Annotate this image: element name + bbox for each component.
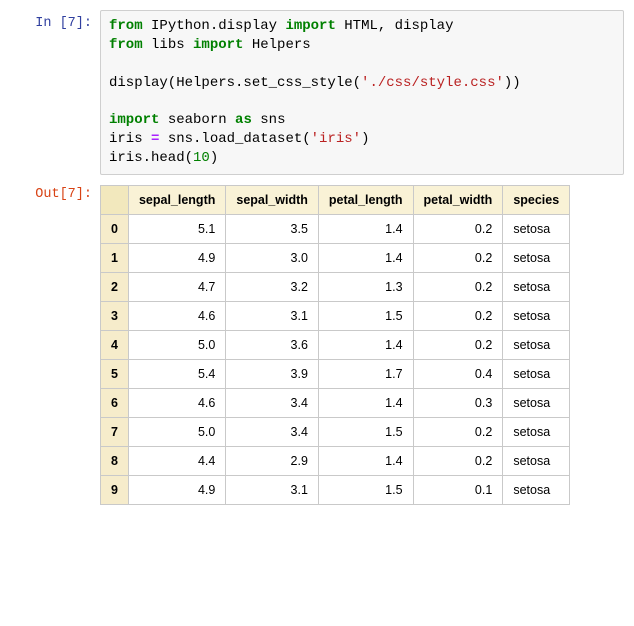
input-cell: In [7]: from IPython.display import HTML… (10, 10, 624, 175)
cell-sepal_width: 3.9 (226, 360, 319, 389)
row-index: 8 (101, 447, 129, 476)
cell-petal_width: 0.4 (413, 360, 503, 389)
cell-sepal_length: 5.0 (128, 418, 225, 447)
row-index: 2 (101, 273, 129, 302)
cell-sepal_width: 3.4 (226, 389, 319, 418)
table-body: 05.13.51.40.2setosa14.93.01.40.2setosa24… (101, 215, 570, 505)
cell-petal_width: 0.2 (413, 273, 503, 302)
dataframe-table: sepal_length sepal_width petal_length pe… (100, 185, 570, 505)
keyword-import: import (285, 18, 335, 34)
string-literal: 'iris' (311, 131, 361, 147)
row-index: 7 (101, 418, 129, 447)
cell-sepal_length: 4.6 (128, 389, 225, 418)
cell-petal_length: 1.4 (318, 447, 413, 476)
header-row: sepal_length sepal_width petal_length pe… (101, 186, 570, 215)
cell-species: setosa (503, 273, 570, 302)
cell-petal_length: 1.5 (318, 302, 413, 331)
cell-species: setosa (503, 331, 570, 360)
cell-petal_length: 1.4 (318, 244, 413, 273)
cell-species: setosa (503, 244, 570, 273)
cell-sepal_length: 5.0 (128, 331, 225, 360)
keyword-import: import (109, 112, 159, 128)
index-header (101, 186, 129, 215)
cell-species: setosa (503, 447, 570, 476)
col-header: sepal_width (226, 186, 319, 215)
cell-sepal_length: 4.7 (128, 273, 225, 302)
cell-species: setosa (503, 476, 570, 505)
keyword-from: from (109, 18, 143, 34)
code-input[interactable]: from IPython.display import HTML, displa… (100, 10, 624, 175)
keyword-as: as (235, 112, 252, 128)
table-row: 55.43.91.70.4setosa (101, 360, 570, 389)
cell-petal_width: 0.1 (413, 476, 503, 505)
cell-sepal_width: 3.4 (226, 418, 319, 447)
cell-sepal_width: 2.9 (226, 447, 319, 476)
col-header: species (503, 186, 570, 215)
cell-sepal_length: 5.1 (128, 215, 225, 244)
cell-sepal_length: 4.9 (128, 476, 225, 505)
row-index: 3 (101, 302, 129, 331)
cell-petal_length: 1.4 (318, 331, 413, 360)
cell-petal_width: 0.2 (413, 244, 503, 273)
cell-petal_width: 0.3 (413, 389, 503, 418)
input-prompt: In [7]: (10, 10, 100, 31)
row-index: 0 (101, 215, 129, 244)
table-row: 34.63.11.50.2setosa (101, 302, 570, 331)
cell-sepal_width: 3.5 (226, 215, 319, 244)
row-index: 1 (101, 244, 129, 273)
cell-sepal_width: 3.0 (226, 244, 319, 273)
number-literal: 10 (193, 150, 210, 166)
col-header: sepal_length (128, 186, 225, 215)
cell-sepal_width: 3.1 (226, 476, 319, 505)
string-literal: './css/style.css' (361, 75, 504, 91)
cell-sepal_width: 3.2 (226, 273, 319, 302)
cell-sepal_width: 3.6 (226, 331, 319, 360)
table-row: 94.93.11.50.1setosa (101, 476, 570, 505)
cell-petal_length: 1.3 (318, 273, 413, 302)
keyword-import: import (193, 37, 243, 53)
cell-species: setosa (503, 389, 570, 418)
cell-petal_width: 0.2 (413, 418, 503, 447)
cell-sepal_length: 4.9 (128, 244, 225, 273)
table-row: 45.03.61.40.2setosa (101, 331, 570, 360)
cell-petal_width: 0.2 (413, 215, 503, 244)
table-row: 14.93.01.40.2setosa (101, 244, 570, 273)
row-index: 5 (101, 360, 129, 389)
cell-species: setosa (503, 215, 570, 244)
cell-petal_width: 0.2 (413, 331, 503, 360)
row-index: 9 (101, 476, 129, 505)
cell-petal_length: 1.7 (318, 360, 413, 389)
cell-sepal_length: 4.6 (128, 302, 225, 331)
output-cell: Out[7]: sepal_length sepal_width petal_l… (10, 181, 624, 505)
cell-petal_length: 1.5 (318, 418, 413, 447)
table-row: 84.42.91.40.2setosa (101, 447, 570, 476)
cell-sepal_length: 4.4 (128, 447, 225, 476)
cell-sepal_length: 5.4 (128, 360, 225, 389)
table-row: 05.13.51.40.2setosa (101, 215, 570, 244)
cell-species: setosa (503, 418, 570, 447)
row-index: 4 (101, 331, 129, 360)
table-row: 24.73.21.30.2setosa (101, 273, 570, 302)
cell-petal_length: 1.4 (318, 215, 413, 244)
output-area: sepal_length sepal_width petal_length pe… (100, 181, 624, 505)
cell-species: setosa (503, 302, 570, 331)
table-row: 64.63.41.40.3setosa (101, 389, 570, 418)
row-index: 6 (101, 389, 129, 418)
cell-petal_width: 0.2 (413, 447, 503, 476)
cell-petal_width: 0.2 (413, 302, 503, 331)
cell-sepal_width: 3.1 (226, 302, 319, 331)
cell-species: setosa (503, 360, 570, 389)
output-prompt: Out[7]: (10, 181, 100, 202)
table-row: 75.03.41.50.2setosa (101, 418, 570, 447)
col-header: petal_width (413, 186, 503, 215)
cell-petal_length: 1.4 (318, 389, 413, 418)
table-header: sepal_length sepal_width petal_length pe… (101, 186, 570, 215)
cell-petal_length: 1.5 (318, 476, 413, 505)
keyword-from: from (109, 37, 143, 53)
col-header: petal_length (318, 186, 413, 215)
